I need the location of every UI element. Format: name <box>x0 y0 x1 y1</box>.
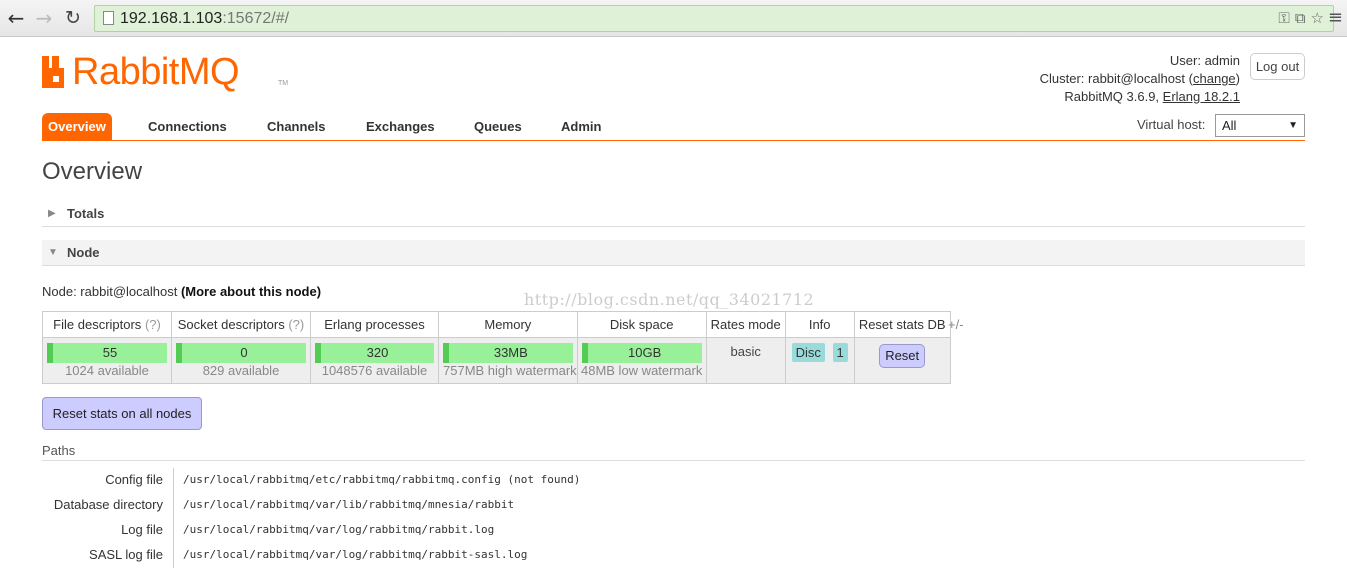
socket-descriptors-cell: 0 829 available <box>171 337 311 384</box>
table-row: 55 1024 available 0 829 available 320 10… <box>42 337 951 384</box>
page-title: Overview <box>42 158 143 185</box>
watermark: http://blog.csdn.net/qq_34021712 <box>524 290 815 309</box>
main-tabs: Overview Connections Channels Exchanges … <box>42 113 1305 141</box>
reset-stats-all-nodes-button[interactable]: Reset stats on all nodes <box>42 397 202 430</box>
more-about-node-link[interactable]: (More about this node) <box>181 284 321 299</box>
help-link[interactable]: (?) <box>145 317 161 332</box>
page-icon <box>103 11 114 25</box>
virtual-host-select[interactable]: All ▼ <box>1215 114 1305 137</box>
section-totals-header[interactable]: ▶ Totals <box>42 201 1305 227</box>
brand-text: RabbitMQ <box>72 51 240 93</box>
key-icon[interactable]: ⚿ <box>1278 9 1294 27</box>
dropdown-arrow-icon: ▼ <box>1288 120 1298 131</box>
disc-badge: Disc <box>791 343 825 362</box>
path-value: /usr/local/rabbitmq/var/log/rabbitmq/rab… <box>183 548 528 561</box>
col-reset-stats-db: Reset stats DB <box>853 311 951 338</box>
path-key: Log file <box>121 522 163 537</box>
rates-mode-cell: basic <box>705 337 786 384</box>
reset-cell: Reset <box>853 337 951 384</box>
col-rates-mode: Rates mode <box>705 311 786 338</box>
path-row-log: Log file /usr/local/rabbitmq/var/log/rab… <box>42 518 742 543</box>
disk-space-bar: 10GB <box>581 343 702 363</box>
file-descriptors-cell: 55 1024 available <box>42 337 172 384</box>
translate-icon[interactable]: ⧉ <box>1295 9 1311 27</box>
info-cell: Disc 1 <box>784 337 855 384</box>
path-separator <box>173 468 174 493</box>
path-key: Database directory <box>53 497 163 512</box>
path-value: /usr/local/rabbitmq/var/log/rabbitmq/rab… <box>183 523 495 536</box>
path-row-database: Database directory /usr/local/rabbitmq/v… <box>42 493 742 518</box>
help-link[interactable]: (?) <box>288 317 304 332</box>
memory-bar: 33MB <box>443 343 573 363</box>
tab-queues[interactable]: Queues <box>474 113 522 140</box>
memory-watermark: 757MB high watermark <box>443 363 577 378</box>
reset-stats-button[interactable]: Reset <box>879 344 926 368</box>
table-header-row: File descriptors (?) Socket descriptors … <box>42 311 951 338</box>
reload-icon[interactable]: ↻ <box>62 7 84 29</box>
cluster-line: Cluster: rabbit@localhost (change) <box>1039 71 1240 86</box>
column-toggle-link[interactable]: +/- <box>948 317 964 332</box>
tab-channels[interactable]: Channels <box>267 113 326 140</box>
erlang-processes-available: 1048576 available <box>321 363 428 378</box>
rabbit-logo-icon <box>42 56 64 88</box>
file-descriptors-available: 1024 available <box>65 363 149 378</box>
forward-arrow-icon[interactable]: → <box>33 7 55 29</box>
file-descriptors-bar: 55 <box>47 343 167 363</box>
tab-overview[interactable]: Overview <box>42 113 112 140</box>
url-text[interactable]: 192.168.1.103:15672/#/ <box>120 10 289 28</box>
trademark: TM <box>278 80 289 87</box>
cluster-name: rabbit@localhost <box>1088 71 1186 86</box>
tab-admin[interactable]: Admin <box>561 113 601 140</box>
username: admin <box>1204 53 1240 68</box>
disk-space-watermark: 48MB low watermark <box>580 363 703 378</box>
path-value: /usr/local/rabbitmq/etc/rabbitmq/rabbitm… <box>183 473 581 486</box>
back-arrow-icon[interactable]: ← <box>5 7 27 29</box>
change-cluster-link[interactable]: change <box>1193 71 1236 86</box>
tab-exchanges[interactable]: Exchanges <box>366 113 435 140</box>
path-separator <box>173 493 174 518</box>
virtual-host-label: Virtual host: <box>1137 117 1206 132</box>
erlang-processes-cell: 320 1048576 available <box>310 337 439 384</box>
path-key: SASL log file <box>89 547 163 562</box>
col-file-descriptors: File descriptors (?) <box>42 311 172 338</box>
browser-menu-icon[interactable]: ≡ <box>1328 7 1343 28</box>
expanded-triangle-icon: ▼ <box>48 247 58 258</box>
bookmark-star-icon[interactable]: ☆ <box>1311 9 1329 27</box>
tab-connections[interactable]: Connections <box>148 113 227 140</box>
col-info: Info <box>784 311 855 338</box>
logout-button[interactable]: Log out <box>1250 53 1305 80</box>
path-key: Config file <box>105 472 163 487</box>
omnibox-icons: ⚿⧉☆ <box>1278 9 1329 27</box>
erlang-processes-bar: 320 <box>315 343 434 363</box>
col-erlang-processes: Erlang processes <box>310 311 439 338</box>
socket-descriptors-bar: 0 <box>176 343 306 363</box>
node-stats-table: File descriptors (?) Socket descriptors … <box>42 311 951 384</box>
col-disk-space: Disk space <box>576 311 707 338</box>
disk-space-cell: 10GB 48MB low watermark <box>576 337 707 384</box>
section-node-header[interactable]: ▼ Node <box>42 240 1305 266</box>
browser-toolbar: ← → ↻ 192.168.1.103:15672/#/ ⚿⧉☆ ≡ <box>0 0 1347 37</box>
virtual-host-value: All <box>1222 118 1237 133</box>
memory-cell: 33MB 757MB high watermark <box>438 337 578 384</box>
path-row-sasl-log: SASL log file /usr/local/rabbitmq/var/lo… <box>42 543 742 568</box>
user-info: User: admin Cluster: rabbit@localhost (c… <box>1040 52 1240 106</box>
collapsed-triangle-icon: ▶ <box>48 208 56 219</box>
node-name-line: Node: rabbit@localhost (More about this … <box>42 284 322 299</box>
erlang-version-link[interactable]: Erlang 18.2.1 <box>1163 89 1240 104</box>
path-row-config: Config file /usr/local/rabbitmq/etc/rabb… <box>42 468 742 493</box>
version-line: RabbitMQ 3.6.9, Erlang 18.2.1 <box>1064 89 1240 104</box>
col-socket-descriptors: Socket descriptors (?) <box>171 311 311 338</box>
rates-mode-value: basic <box>730 344 761 359</box>
path-separator <box>173 543 174 568</box>
path-value: /usr/local/rabbitmq/var/lib/rabbitmq/mne… <box>183 498 515 511</box>
paths-heading: Paths <box>42 443 1305 461</box>
col-memory: Memory <box>438 311 578 338</box>
user-line: User: admin <box>1169 53 1240 68</box>
path-separator <box>173 518 174 543</box>
address-bar[interactable]: 192.168.1.103:15672/#/ ⚿⧉☆ <box>94 5 1334 32</box>
socket-descriptors-available: 829 available <box>202 363 280 378</box>
count-badge: 1 <box>832 343 848 362</box>
